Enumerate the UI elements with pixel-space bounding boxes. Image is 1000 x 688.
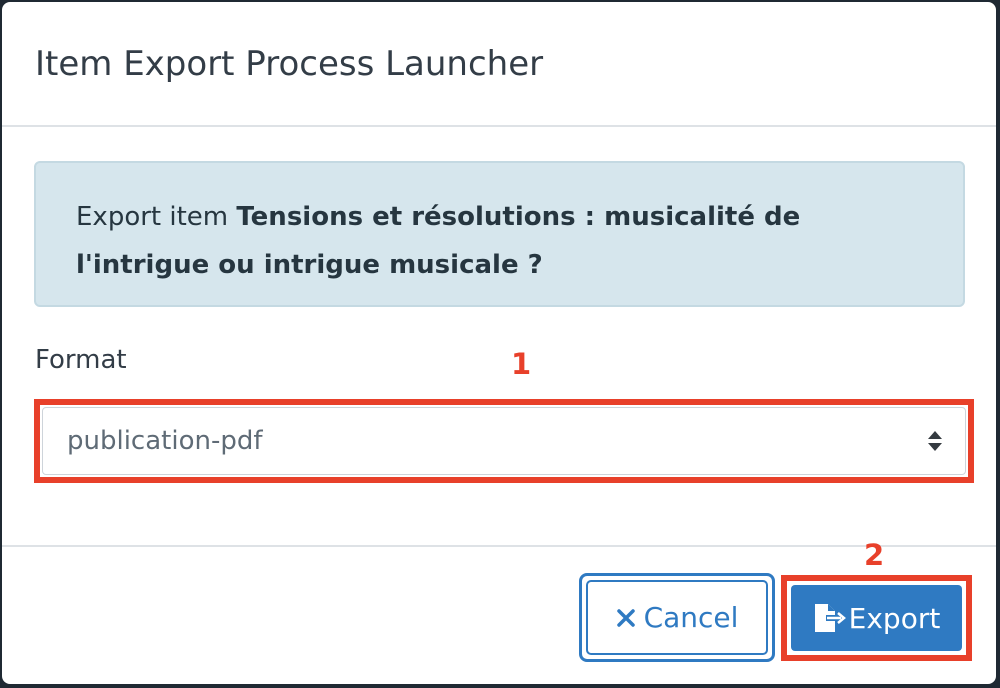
dialog-title: Item Export Process Launcher — [35, 43, 544, 84]
export-button-label: Export — [848, 601, 941, 635]
format-select[interactable]: publication-pdf — [42, 407, 966, 475]
format-select-highlight: publication-pdf — [34, 399, 974, 483]
cancel-button[interactable]: Cancel — [579, 573, 775, 662]
sort-arrows-icon — [928, 431, 942, 451]
cancel-button-body[interactable]: Cancel — [586, 580, 768, 655]
file-export-icon — [814, 604, 846, 632]
dialog-header: Item Export Process Launcher — [2, 2, 996, 127]
annotation-marker-2: 2 — [864, 538, 885, 572]
cancel-button-label: Cancel — [643, 601, 739, 634]
footer-divider — [2, 545, 996, 547]
annotation-marker-1: 1 — [511, 347, 532, 381]
format-select-value: publication-pdf — [67, 426, 263, 456]
export-dialog: Item Export Process Launcher Export item… — [2, 2, 996, 684]
export-button[interactable]: Export — [791, 585, 962, 651]
alert-message-prefix: Export item — [76, 202, 237, 232]
format-label: Format — [35, 345, 127, 375]
close-icon — [616, 608, 635, 627]
export-button-highlight: Export — [781, 575, 972, 661]
export-info-alert: Export item Tensions et résolutions : mu… — [34, 161, 965, 307]
